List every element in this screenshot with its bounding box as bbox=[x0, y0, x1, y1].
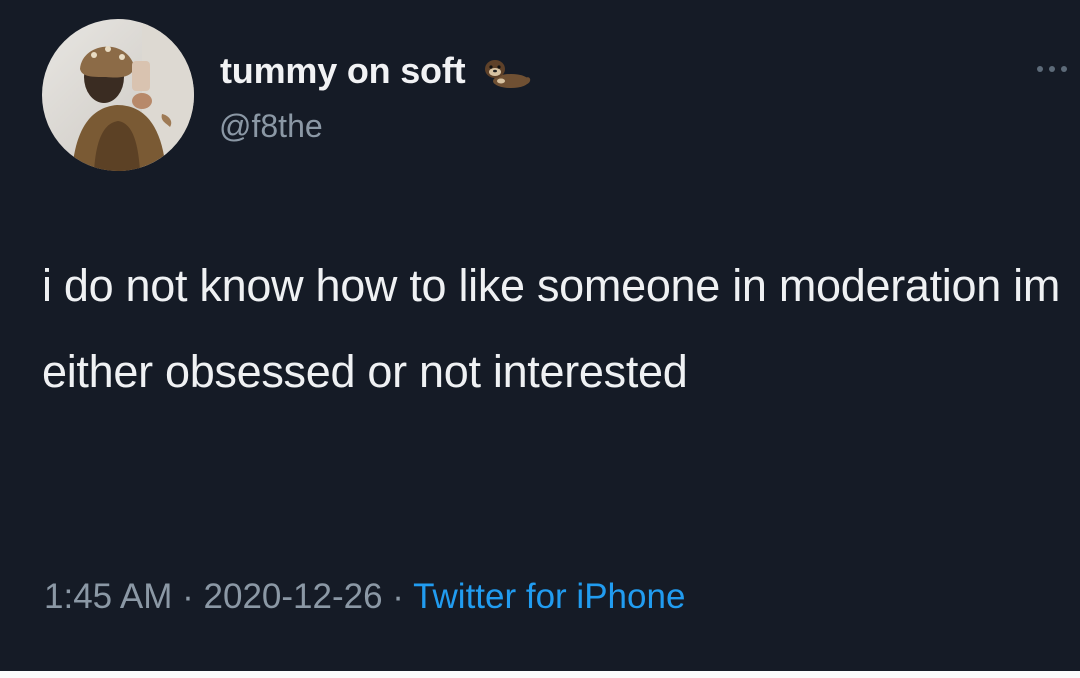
more-horizontal-icon bbox=[1037, 66, 1067, 72]
tweet-source-link[interactable]: Twitter for iPhone bbox=[413, 577, 685, 616]
tweet-meta: 1:45 AM · 2020-12-26 · Twitter for iPhon… bbox=[44, 573, 685, 621]
avatar-photo bbox=[42, 19, 194, 171]
user-handle[interactable]: @f8the bbox=[219, 108, 323, 145]
display-name[interactable]: tummy on soft bbox=[220, 50, 466, 92]
meta-separator: · bbox=[172, 577, 204, 616]
avatar[interactable] bbox=[42, 19, 194, 171]
tweet-date[interactable]: 2020-12-26 bbox=[204, 577, 383, 616]
otter-icon bbox=[477, 51, 533, 91]
user-name-row[interactable]: tummy on soft bbox=[220, 48, 533, 94]
meta-separator: · bbox=[382, 577, 414, 616]
tweet-card: tummy on soft @f8the i do not know how t… bbox=[0, 0, 1080, 671]
tweet-time[interactable]: 1:45 AM bbox=[44, 577, 172, 616]
tweet-text: i do not know how to like someone in mod… bbox=[42, 260, 1061, 397]
more-button[interactable] bbox=[1030, 56, 1074, 82]
